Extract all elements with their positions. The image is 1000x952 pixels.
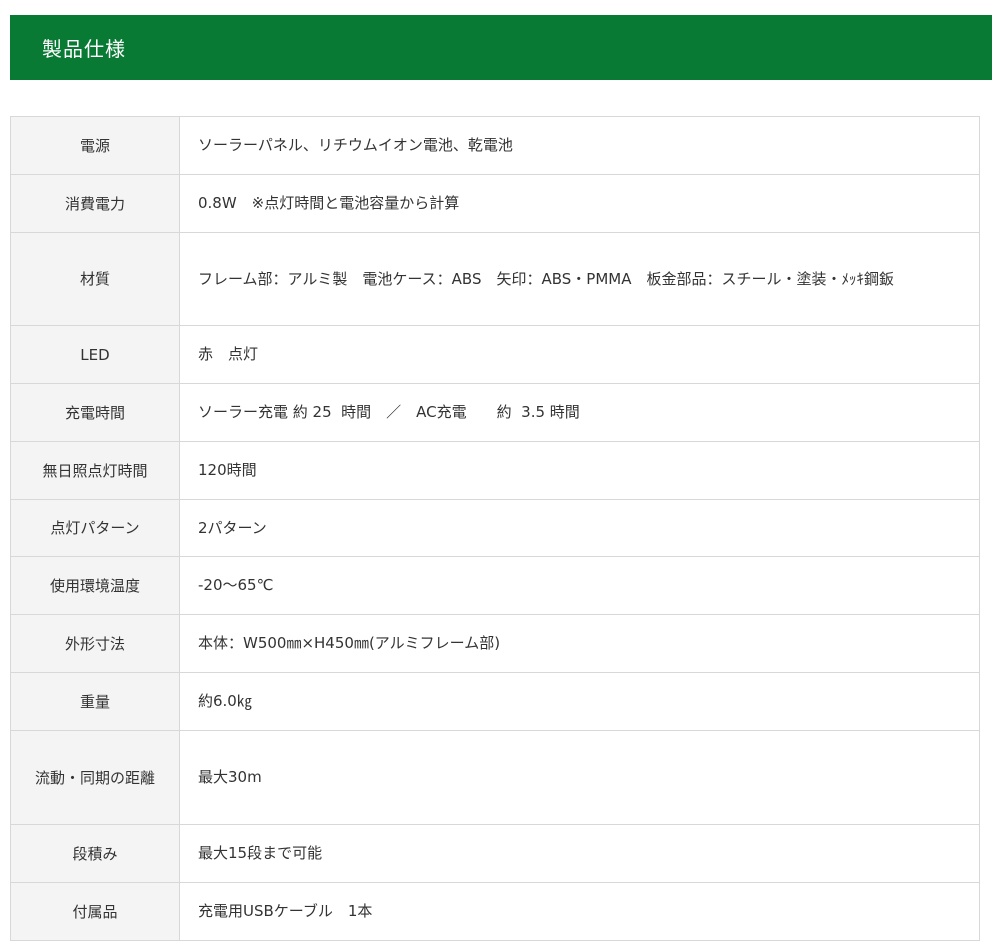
table-row: 使用環境温度 -20～65℃	[10, 556, 980, 615]
spec-label: 点灯パターン	[10, 499, 180, 557]
spec-value: 本体：W500㎜×H450㎜(アルミフレーム部)	[179, 614, 980, 673]
section-header: 製品仕様	[10, 15, 992, 80]
spec-label: 付属品	[10, 882, 180, 941]
spec-label: 段積み	[10, 824, 180, 883]
spec-value: 赤 点灯	[179, 325, 980, 384]
table-row: 電源 ソーラーパネル、リチウムイオン電池、乾電池	[10, 116, 980, 175]
spec-value: 0.8W ※点灯時間と電池容量から計算	[179, 174, 980, 233]
spec-value: 最大30m	[179, 730, 980, 825]
spec-label: 使用環境温度	[10, 556, 180, 615]
spec-value: ソーラー充電 約 25 時間 ／ AC充電 約 3.5 時間	[179, 383, 980, 442]
spec-value: -20～65℃	[179, 556, 980, 615]
table-row: 消費電力 0.8W ※点灯時間と電池容量から計算	[10, 174, 980, 233]
spec-label: 充電時間	[10, 383, 180, 442]
spec-value: ソーラーパネル、リチウムイオン電池、乾電池	[179, 116, 980, 175]
table-row: 段積み 最大15段まで可能	[10, 824, 980, 883]
table-row: 点灯パターン 2パターン	[10, 499, 980, 557]
spec-label: 外形寸法	[10, 614, 180, 673]
table-row: 外形寸法 本体：W500㎜×H450㎜(アルミフレーム部)	[10, 614, 980, 673]
spec-label: LED	[10, 325, 180, 384]
table-row: 無日照点灯時間 120時間	[10, 441, 980, 500]
spec-value: 2パターン	[179, 499, 980, 557]
spec-value: 最大15段まで可能	[179, 824, 980, 883]
spec-label: 流動・同期の距離	[10, 730, 180, 825]
spec-table: 電源 ソーラーパネル、リチウムイオン電池、乾電池 消費電力 0.8W ※点灯時間…	[10, 116, 980, 941]
table-row: 付属品 充電用USBケーブル 1本	[10, 882, 980, 941]
spec-label: 重量	[10, 672, 180, 731]
table-row: 材質 フレーム部：アルミ製 電池ケース：ABS 矢印：ABS・PMMA 板金部品…	[10, 232, 980, 326]
table-row: LED 赤 点灯	[10, 325, 980, 384]
spec-value: 充電用USBケーブル 1本	[179, 882, 980, 941]
table-row: 充電時間 ソーラー充電 約 25 時間 ／ AC充電 約 3.5 時間	[10, 383, 980, 442]
spec-label: 電源	[10, 116, 180, 175]
spec-value: フレーム部：アルミ製 電池ケース：ABS 矢印：ABS・PMMA 板金部品：スチ…	[179, 232, 980, 326]
section-title: 製品仕様	[42, 37, 126, 61]
spec-value: 120時間	[179, 441, 980, 500]
spec-value: 約6.0㎏	[179, 672, 980, 731]
table-row: 重量 約6.0㎏	[10, 672, 980, 731]
spec-label: 材質	[10, 232, 180, 326]
table-row: 流動・同期の距離 最大30m	[10, 730, 980, 825]
spec-label: 無日照点灯時間	[10, 441, 180, 500]
spec-label: 消費電力	[10, 174, 180, 233]
